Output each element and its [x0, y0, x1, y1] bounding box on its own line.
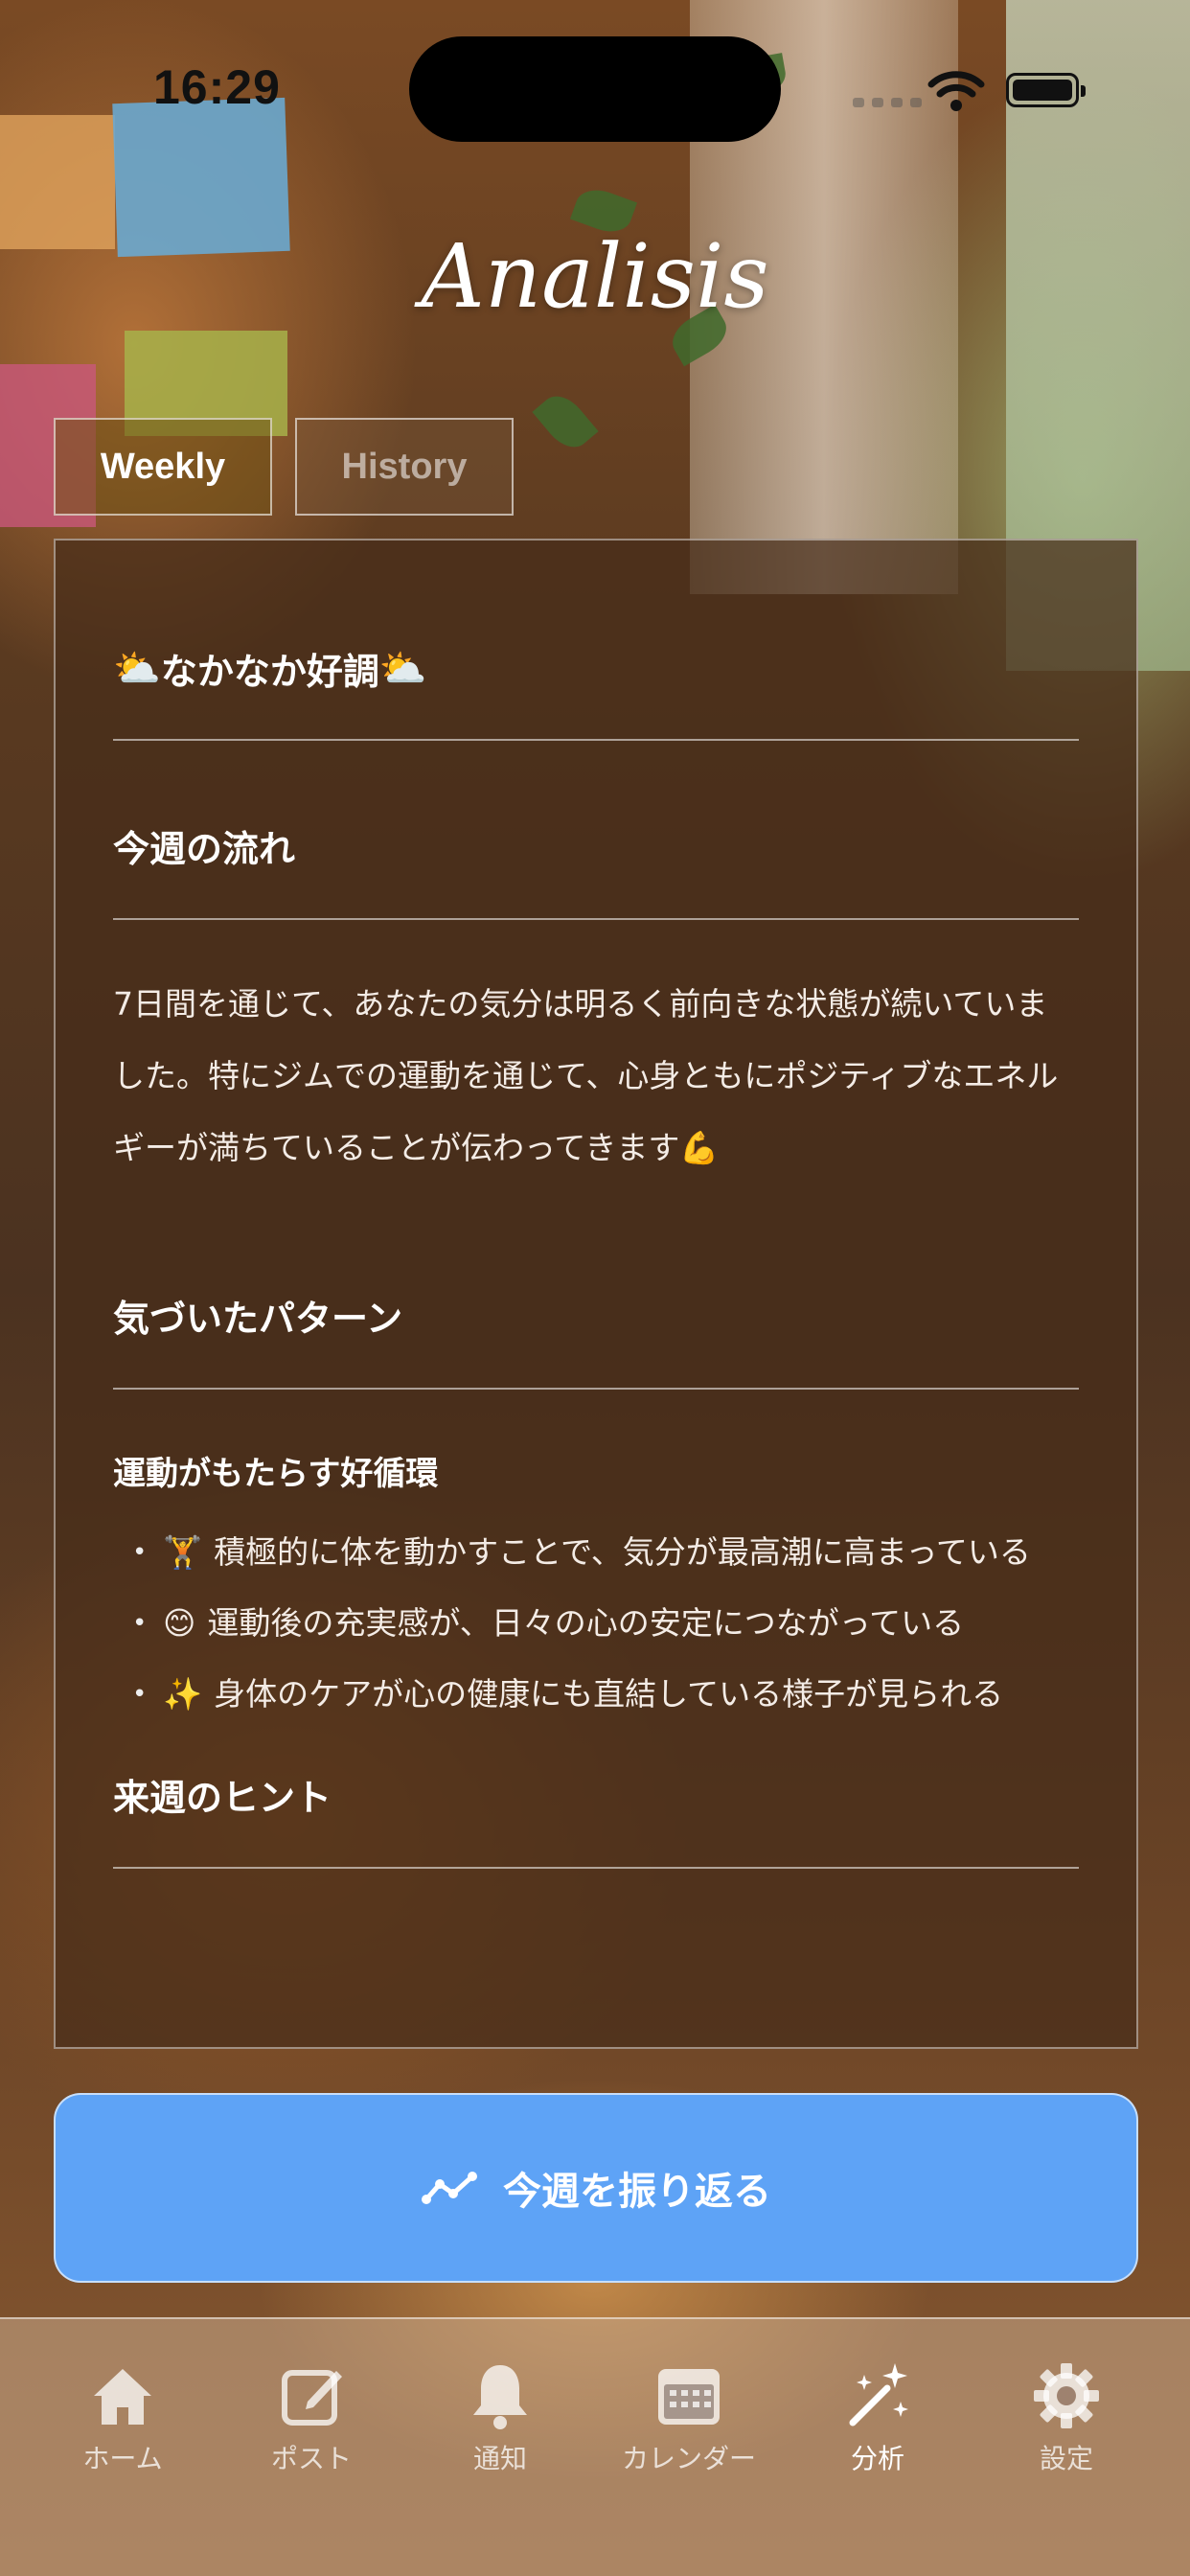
cellular-signal-icon: [853, 98, 922, 107]
section-title-next-week-hint: 来週のヒント: [113, 1777, 332, 1819]
list-item-text: 積極的に体を動かすことで、気分が最高潮に高まっている: [214, 1533, 1031, 1571]
compose-icon: [282, 2370, 342, 2426]
reflect-week-label: 今週を振り返る: [503, 2170, 771, 2214]
weekly-flow-text: 7日間を通じて、あなたの気分は明るく前向きな状態が続いていました。特にジムでの運…: [113, 985, 1059, 1166]
tabbar-label: 設定: [1039, 2443, 1093, 2474]
status-time: 16:29: [153, 60, 281, 114]
pattern-subtitle: 運動がもたらす好循環: [113, 1455, 439, 1493]
divider: [113, 1867, 1079, 1869]
tabbar-label: 分析: [850, 2443, 904, 2474]
analysis-card: ⛅ なかなか好調 ⛅ 今週の流れ 7日間を通じて、あなたの気分は明るく前向きな状…: [54, 539, 1138, 2049]
reflect-week-button[interactable]: 今週を振り返る: [54, 2093, 1138, 2283]
section-title-weekly-flow: 今週の流れ: [113, 828, 296, 870]
weightlifter-icon: 🏋: [163, 1533, 203, 1571]
bottom-tab-bar: ホーム ポスト 通知 カレンダー 分析 設定: [0, 2317, 1190, 2576]
magic-wand-icon: [849, 2363, 908, 2426]
mood-headline-text: なかなか好調: [160, 651, 379, 693]
page-title: Analisis: [421, 225, 769, 328]
sun-behind-cloud-icon: ⛅: [113, 647, 161, 691]
tab-weekly[interactable]: Weekly: [54, 418, 272, 516]
tabbar-item-settings[interactable]: 設定: [980, 2358, 1153, 2476]
home-icon: [94, 2369, 151, 2425]
tabbar-item-home[interactable]: ホーム: [36, 2358, 209, 2476]
gear-icon: [1034, 2363, 1099, 2428]
mood-headline: ⛅ なかなか好調 ⛅: [113, 642, 1079, 695]
list-item: 😊 運動後の充実感が、日々の心の安定につながっている: [132, 1588, 1079, 1659]
sun-behind-cloud-icon: ⛅: [378, 647, 427, 691]
tabbar-item-analysis[interactable]: 分析: [791, 2358, 964, 2476]
smiley-icon: 😊: [163, 1604, 196, 1642]
bell-icon: [473, 2365, 527, 2429]
battery-icon: [1006, 73, 1086, 107]
dynamic-island: [409, 36, 781, 142]
tabbar-label: カレンダー: [621, 2443, 756, 2474]
section-title-patterns: 気づいたパターン: [113, 1298, 403, 1340]
sparkles-icon: ✨: [163, 1675, 203, 1713]
segment-tabs: Weekly History: [54, 418, 514, 516]
tabbar-item-notifications[interactable]: 通知: [414, 2358, 586, 2476]
background-leaf: [532, 387, 599, 456]
tabbar-label: ホーム: [82, 2443, 163, 2474]
pattern-list: 🏋 積極的に体を動かすことで、気分が最高潮に高まっている 😊 運動後の充実感が、日々…: [132, 1517, 1079, 1730]
list-item: ✨ 身体のケアが心の健康にも直結している様子が見られる: [132, 1659, 1079, 1730]
wifi-icon: [927, 71, 985, 111]
tabbar-label: ポスト: [270, 2443, 352, 2474]
list-item-text: 運動後の充実感が、日々の心の安定につながっている: [207, 1604, 965, 1642]
divider: [113, 918, 1079, 920]
calendar-icon: [658, 2369, 720, 2425]
tabbar-label: 通知: [472, 2443, 527, 2474]
list-item-text: 身体のケアが心の健康にも直結している様子が見られる: [214, 1675, 1004, 1713]
tab-history[interactable]: History: [295, 418, 514, 516]
tabbar-item-post[interactable]: ポスト: [225, 2358, 398, 2476]
divider: [113, 739, 1079, 741]
trend-line-icon: [422, 2172, 477, 2204]
tabbar-item-calendar[interactable]: カレンダー: [603, 2358, 775, 2476]
divider: [113, 1388, 1079, 1390]
list-item: 🏋 積極的に体を動かすことで、気分が最高潮に高まっている: [132, 1517, 1079, 1588]
